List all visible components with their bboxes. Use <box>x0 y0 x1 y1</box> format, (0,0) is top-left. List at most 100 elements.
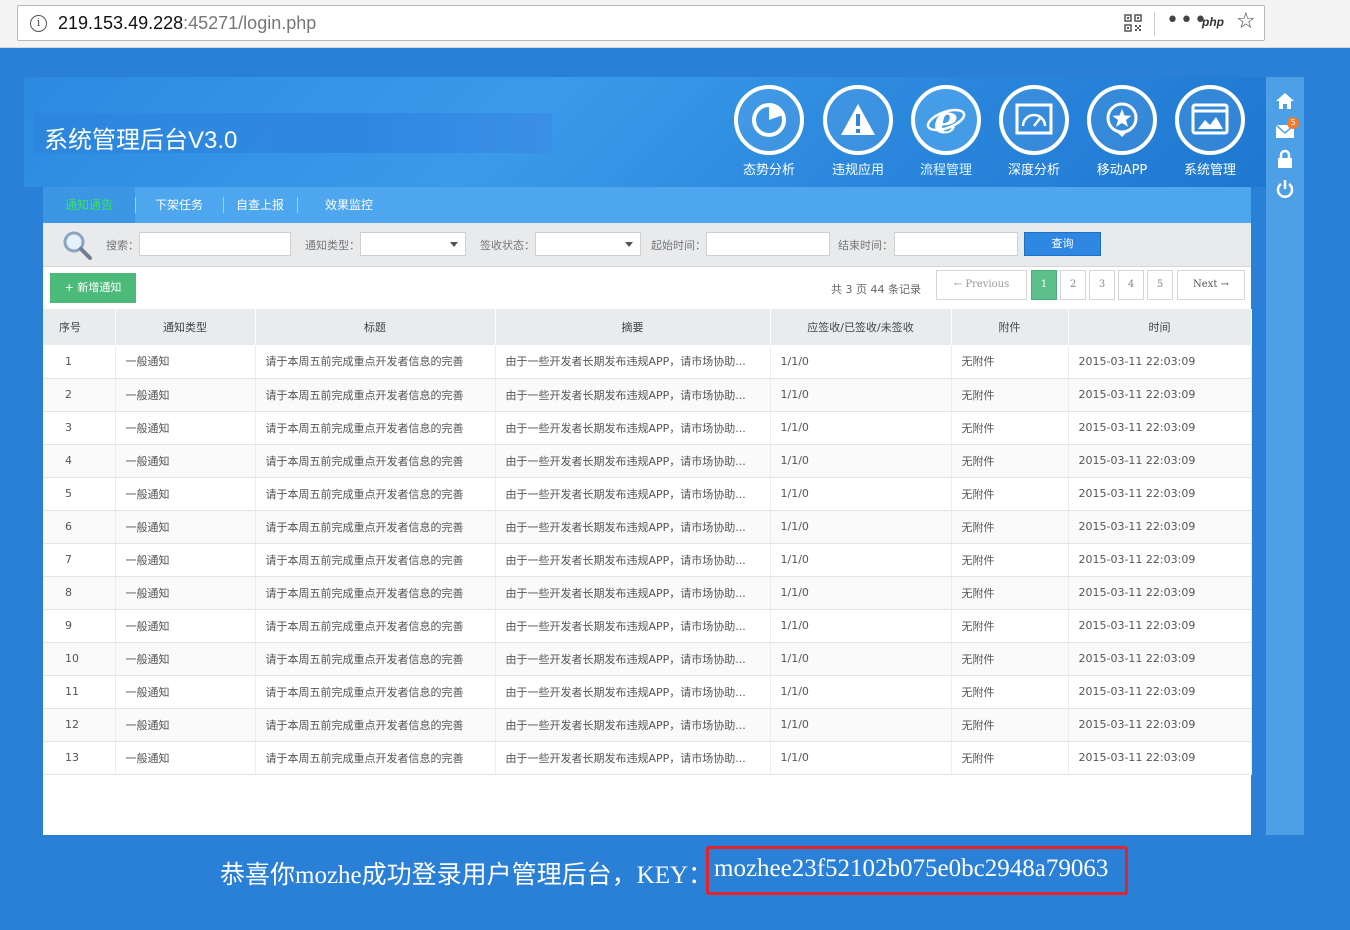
table-row[interactable]: 10 一般通知 请于本周五前完成重点开发者信息的完善 由于一些开发者长期发布违规APP… <box>43 642 1252 676</box>
tab-effect-monitoring[interactable]: 效果监控 <box>297 187 401 223</box>
topnav-deep-analysis[interactable]: 深度分析 <box>996 85 1072 181</box>
table-row[interactable]: 11 一般通知 请于本周五前完成重点开发者信息的完善 由于一些开发者长期发布违规APP… <box>43 675 1252 709</box>
topnav-process-management[interactable]: e 流程管理 <box>908 85 984 181</box>
title-cell[interactable]: 请于本周五前完成重点开发者信息的完善 <box>255 675 496 709</box>
topnav-label: 系统管理 <box>1183 163 1236 178</box>
bookmark-star-icon[interactable]: ☆ <box>1236 9 1256 34</box>
column-header-summary[interactable]: 摘要 <box>495 309 771 345</box>
tab-takedown-tasks[interactable]: 下架任务 <box>135 187 223 223</box>
browser-toolbar: i 219.153.49.228:45271/login.php ••• php… <box>0 0 1350 48</box>
php-extension-icon[interactable]: php <box>1202 15 1224 29</box>
pagination-next[interactable]: Next → <box>1177 270 1245 300</box>
table-row[interactable]: 12 一般通知 请于本周五前完成重点开发者信息的完善 由于一些开发者长期发布违规APP… <box>43 708 1252 742</box>
url-path: :45271/login.php <box>183 13 317 33</box>
title-cell[interactable]: 请于本周五前完成重点开发者信息的完善 <box>255 543 496 577</box>
title-cell[interactable]: 请于本周五前完成重点开发者信息的完善 <box>255 741 496 775</box>
table-row[interactable]: 9 一般通知 请于本周五前完成重点开发者信息的完善 由于一些开发者长期发布违规APP，… <box>43 609 1252 643</box>
notice-type-label: 通知类型： <box>305 239 360 252</box>
table-row[interactable]: 2 一般通知 请于本周五前完成重点开发者信息的完善 由于一些开发者长期发布违规APP，… <box>43 378 1252 412</box>
mail-count-badge: 5 <box>1287 117 1299 129</box>
lock-icon[interactable] <box>1275 149 1295 169</box>
time-cell: 2015-03-11 22:03:09 <box>1068 411 1252 445</box>
table-row[interactable]: 3 一般通知 请于本周五前完成重点开发者信息的完善 由于一些开发者长期发布违规APP，… <box>43 411 1252 445</box>
title-cell[interactable]: 请于本周五前完成重点开发者信息的完善 <box>255 642 496 676</box>
column-header-title[interactable]: 标题 <box>255 309 496 345</box>
attachment-cell: 无附件 <box>951 741 1069 775</box>
table-row[interactable]: 1 一般通知 请于本周五前完成重点开发者信息的完善 由于一些开发者长期发布违规APP，… <box>43 345 1252 379</box>
topnav-mobile-app[interactable]: 移动APP <box>1084 85 1160 181</box>
search-input[interactable] <box>139 232 291 256</box>
title-cell[interactable]: 请于本周五前完成重点开发者信息的完善 <box>255 345 496 379</box>
sign-status-cell: 1/1/0 <box>770 675 952 709</box>
column-header-sign-status[interactable]: 应签收/已签收/未签收 <box>770 309 952 345</box>
index-cell: 3 <box>43 411 116 445</box>
power-icon[interactable] <box>1275 179 1295 199</box>
ie-icon: e <box>911 85 981 155</box>
title-cell[interactable]: 请于本周五前完成重点开发者信息的完善 <box>255 576 496 610</box>
sign-status-select[interactable] <box>535 232 641 256</box>
table-row[interactable]: 8 一般通知 请于本周五前完成重点开发者信息的完善 由于一些开发者长期发布违规APP，… <box>43 576 1252 610</box>
attachment-cell: 无附件 <box>951 675 1069 709</box>
sign-status-cell: 1/1/0 <box>770 576 952 610</box>
table-row[interactable]: 4 一般通知 请于本周五前完成重点开发者信息的完善 由于一些开发者长期发布违规APP，… <box>43 444 1252 478</box>
gauge-icon <box>999 85 1069 155</box>
topnav-situation-analysis[interactable]: 态势分析 <box>731 85 807 181</box>
sign-status-cell: 1/1/0 <box>770 642 952 676</box>
app-header: 系统管理后台V3.0 态势分析 违规应用 e 流程管理 深度分析 移动APP 系… <box>24 77 1266 187</box>
title-cell[interactable]: 请于本周五前完成重点开发者信息的完善 <box>255 411 496 445</box>
attachment-cell: 无附件 <box>951 510 1069 544</box>
summary-cell: 由于一些开发者长期发布违规APP，请市场协助... <box>495 477 771 511</box>
pagination-page-3[interactable]: 3 <box>1089 270 1115 300</box>
topnav-label: 态势分析 <box>742 163 795 178</box>
title-cell[interactable]: 请于本周五前完成重点开发者信息的完善 <box>255 510 496 544</box>
time-cell: 2015-03-11 22:03:09 <box>1068 675 1252 709</box>
url-text[interactable]: 219.153.49.228:45271/login.php <box>58 13 316 34</box>
toolbar-divider <box>1154 12 1155 36</box>
info-icon[interactable]: i <box>30 15 47 32</box>
pagination-page-2[interactable]: 2 <box>1060 270 1086 300</box>
sign-status-cell: 1/1/0 <box>770 444 952 478</box>
query-button[interactable]: 查询 <box>1024 232 1101 256</box>
column-header-index[interactable]: 序号 <box>43 309 116 345</box>
sign-status-label: 签收状态： <box>480 239 535 252</box>
tab-notices[interactable]: 通知通告 <box>43 187 135 223</box>
index-cell: 8 <box>43 576 116 610</box>
tab-self-report[interactable]: 自查上报 <box>223 187 297 223</box>
table-row[interactable]: 13 一般通知 请于本周五前完成重点开发者信息的完善 由于一些开发者长期发布违规APP… <box>43 741 1252 775</box>
add-notice-button[interactable]: + 新增通知 <box>50 273 136 303</box>
end-time-label: 结束时间： <box>838 239 893 252</box>
pagination-previous[interactable]: ← Previous <box>936 270 1027 300</box>
table-row[interactable]: 5 一般通知 请于本周五前完成重点开发者信息的完善 由于一些开发者长期发布违规APP，… <box>43 477 1252 511</box>
sign-status-cell: 1/1/0 <box>770 345 952 379</box>
table-row[interactable]: 7 一般通知 请于本周五前完成重点开发者信息的完善 由于一些开发者长期发布违规APP，… <box>43 543 1252 577</box>
home-icon[interactable] <box>1275 91 1295 111</box>
pagination-page-5[interactable]: 5 <box>1147 270 1173 300</box>
time-cell: 2015-03-11 22:03:09 <box>1068 708 1252 742</box>
title-cell[interactable]: 请于本周五前完成重点开发者信息的完善 <box>255 708 496 742</box>
title-cell[interactable]: 请于本周五前完成重点开发者信息的完善 <box>255 378 496 412</box>
start-time-input[interactable] <box>706 232 830 256</box>
pagination-page-1[interactable]: 1 <box>1031 270 1057 300</box>
type-cell: 一般通知 <box>115 708 256 742</box>
column-header-attachment[interactable]: 附件 <box>951 309 1069 345</box>
pagination-page-4[interactable]: 4 <box>1118 270 1144 300</box>
column-header-type[interactable]: 通知类型 <box>115 309 256 345</box>
admin-app: 系统管理后台V3.0 态势分析 违规应用 e 流程管理 深度分析 移动APP 系… <box>24 77 1304 835</box>
end-time-input[interactable] <box>894 232 1018 256</box>
index-cell: 1 <box>43 345 116 379</box>
topnav-system-management[interactable]: 系统管理 <box>1172 85 1248 181</box>
column-header-time[interactable]: 时间 <box>1068 309 1252 345</box>
topnav-violation-apps[interactable]: 违规应用 <box>820 85 896 181</box>
notice-type-select[interactable] <box>360 232 466 256</box>
title-cell[interactable]: 请于本周五前完成重点开发者信息的完善 <box>255 609 496 643</box>
title-cell[interactable]: 请于本周五前完成重点开发者信息的完善 <box>255 444 496 478</box>
title-cell[interactable]: 请于本周五前完成重点开发者信息的完善 <box>255 477 496 511</box>
attachment-cell: 无附件 <box>951 444 1069 478</box>
table-row[interactable]: 6 一般通知 请于本周五前完成重点开发者信息的完善 由于一些开发者长期发布违规APP，… <box>43 510 1252 544</box>
address-bar[interactable]: i 219.153.49.228:45271/login.php ••• php… <box>17 5 1265 41</box>
warning-icon <box>823 85 893 155</box>
qr-code-icon[interactable] <box>1124 14 1142 32</box>
summary-cell: 由于一些开发者长期发布违规APP，请市场协助... <box>495 741 771 775</box>
index-cell: 9 <box>43 609 116 643</box>
summary-cell: 由于一些开发者长期发布违规APP，请市场协助... <box>495 444 771 478</box>
